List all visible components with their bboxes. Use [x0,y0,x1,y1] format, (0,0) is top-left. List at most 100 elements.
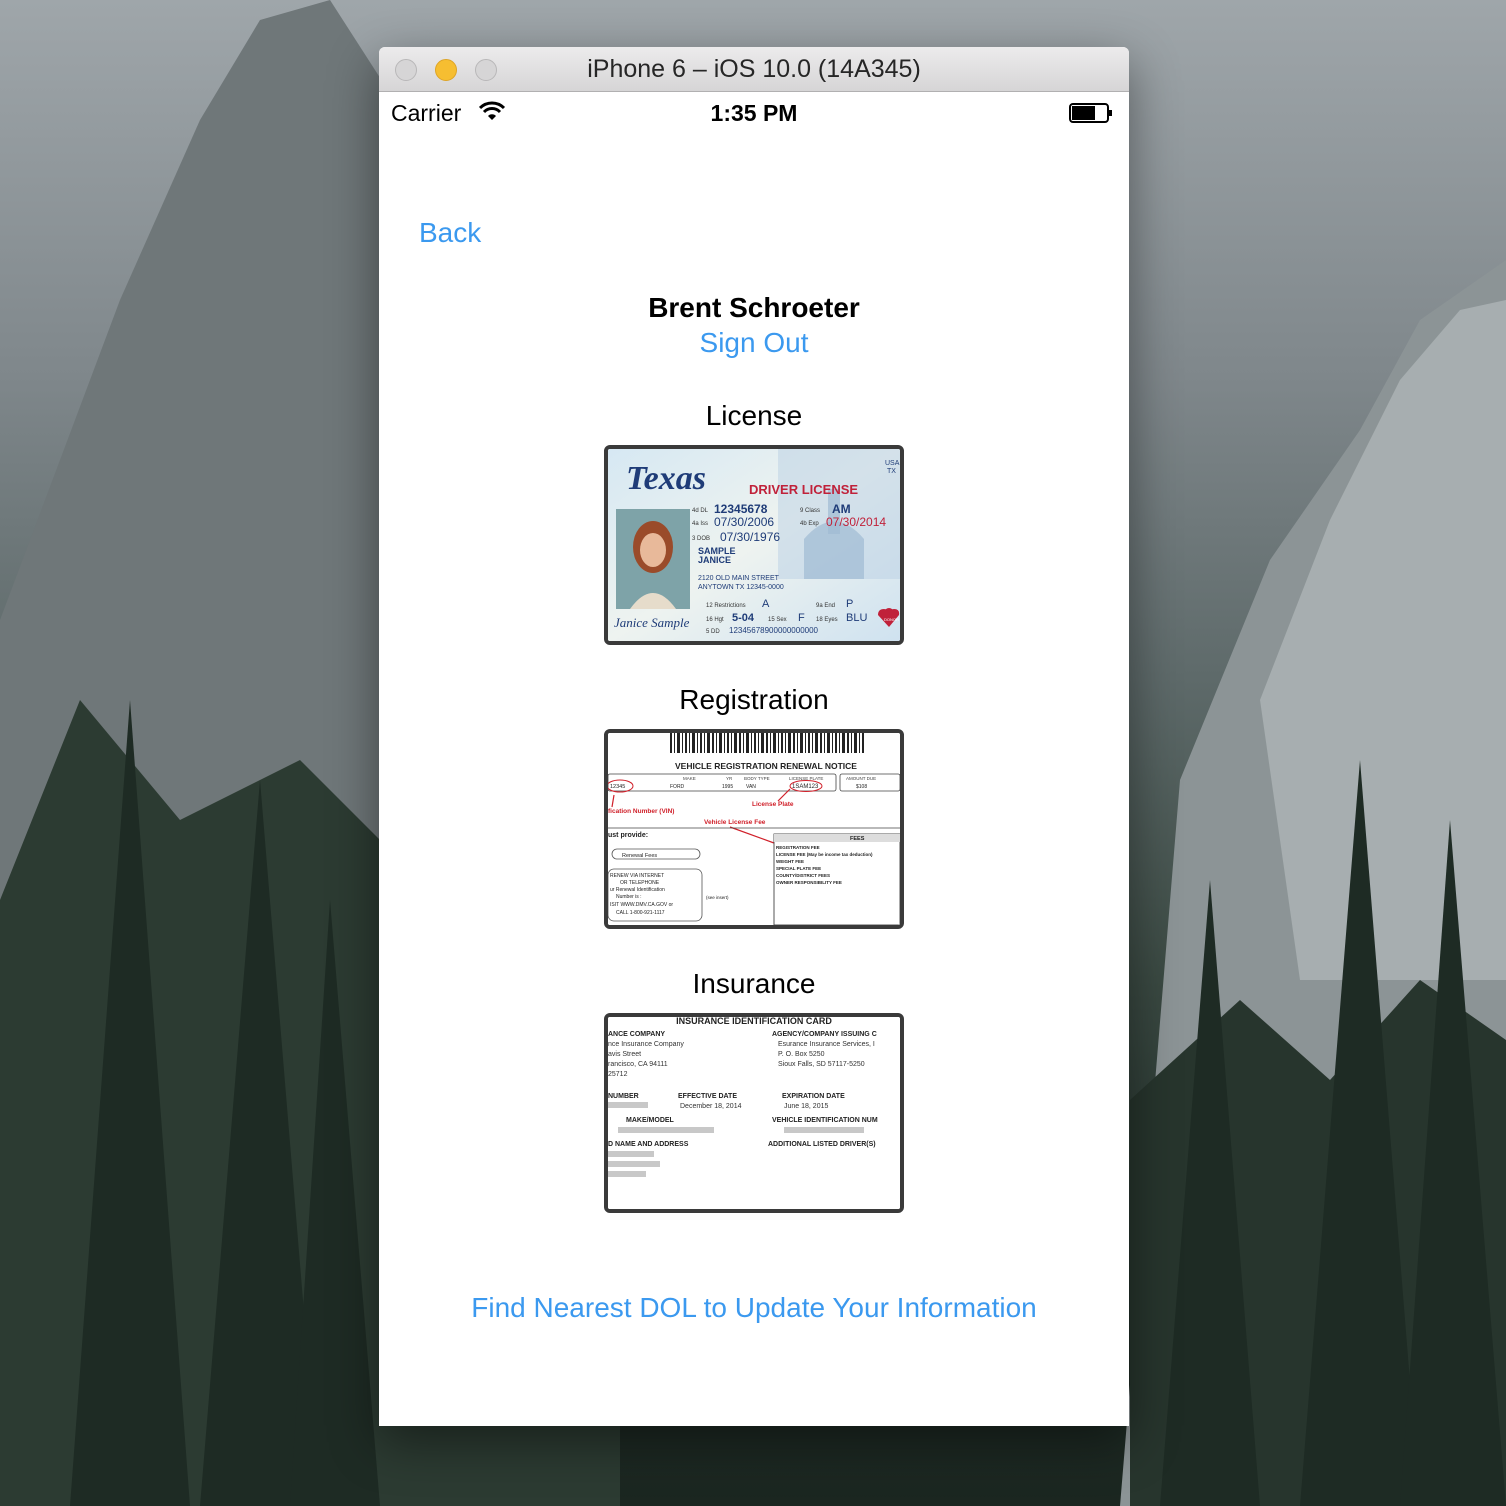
license-address-1: 2120 OLD MAIN STREET [698,575,780,582]
license-class: AM [832,502,851,516]
reg-note-vin: fication Number (VIN) [608,808,674,815]
reg-renew-line-1: RENEW VIA INTERNET [610,873,664,879]
ins-effective-header: EFFECTIVE DATE [678,1093,737,1100]
battery-icon [1069,103,1112,123]
ins-agency-line-2: P. O. Box 5250 [778,1051,825,1058]
dd-label: 5 DD [706,629,720,635]
license-sex: F [798,612,805,624]
license-card-button[interactable]: Texas USA TX DRIVER LICENSE 4d DL 123456… [604,445,904,645]
back-button[interactable]: Back [419,217,481,249]
ins-company-line-4: 25712 [608,1071,628,1078]
ins-company-line-1: nce Insurance Company [608,1041,684,1048]
ins-agency-line-3: Sioux Falls, SD 57117-5250 [778,1061,865,1068]
reg-fee-line-1: REGISTRATION FEE [776,845,820,850]
dl-label: 4d DL [692,508,709,514]
license-first-name: JANICE [698,555,731,565]
license-endorsement: P [846,598,853,610]
status-time: 1:35 PM [710,100,798,126]
ins-expiration-header: EXPIRATION DATE [782,1093,845,1100]
iss-label: 4a Iss [692,521,708,527]
registration-card-image: VEHICLE REGISTRATION RENEWAL NOTICE MAKE… [608,733,900,925]
ins-name-address: D NAME AND ADDRESS [608,1141,689,1148]
restrictions-label: 12 Restrictions [706,603,746,609]
window-titlebar: iPhone 6 – iOS 10.0 (14A345) [379,47,1129,92]
reg-plate: 1SAM123 [792,784,819,790]
exp-label: 4b Exp [800,521,819,527]
phone-screen: Carrier 1:35 PM Back Brent Schroeter Sig… [379,92,1129,1426]
license-signature: Janice Sample [614,615,690,630]
reg-col-amount: AMOUNT DUE [846,776,876,781]
reg-make: FORD [670,784,685,790]
user-name: Brent Schroeter [648,292,860,323]
class-label: 9 Class [800,508,820,514]
sign-out-button[interactable]: Sign Out [379,327,1129,359]
license-restrictions: A [762,598,770,610]
reg-see-insert: (see insert) [706,895,729,900]
reg-renew-line-5: ISIT WWW.DMV.CA.GOV or [610,902,673,908]
reg-renew-line-3: ur Renewal Identification [610,887,665,893]
window-title: iPhone 6 – iOS 10.0 (14A345) [587,55,921,83]
license-dd: 12345678900000000000 [729,626,819,635]
reg-fee-line-5: COUNTY/DISTRICT FEES [776,873,830,878]
license-state-abbr: TX [887,468,896,475]
ins-drivers: ADDITIONAL LISTED DRIVER(S) [768,1141,876,1148]
license-height: 5-04 [732,612,755,624]
reg-renew-line-4: Number is : [616,894,642,900]
dob-label: 3 DOB [692,536,710,542]
reg-col-make: MAKE [683,776,696,781]
reg-provide: ust provide: [608,832,648,839]
license-state: Texas [626,460,706,497]
ins-effective-date: December 18, 2014 [680,1103,742,1110]
registration-card-button[interactable]: VEHICLE REGISTRATION RENEWAL NOTICE MAKE… [604,729,904,929]
eyes-label: 18 Eyes [816,617,838,623]
ins-agency-line-1: Esurance Insurance Services, I [778,1041,875,1048]
find-nearest-dol-button[interactable]: Find Nearest DOL to Update Your Informat… [379,1292,1129,1324]
license-card-image: Texas USA TX DRIVER LICENSE 4d DL 123456… [608,449,900,641]
ins-title: INSURANCE IDENTIFICATION CARD [676,1017,832,1026]
insurance-heading: Insurance [692,968,816,999]
simulator-window: iPhone 6 – iOS 10.0 (14A345) Carrier 1:3… [379,47,1129,1426]
reg-year: 1995 [722,784,733,790]
reg-renew-line-6: CALL 1-800-921-1117 [616,910,665,916]
license-dob: 07/30/1976 [720,530,780,544]
license-eyes: BLU [846,612,867,624]
ins-expiration-date: June 18, 2015 [784,1103,828,1110]
dl-number: 12345678 [714,502,768,516]
license-issued: 07/30/2006 [714,515,774,529]
ins-company-line-3: rancisco, CA 94111 [608,1061,668,1068]
status-bar: Carrier 1:35 PM [379,92,1129,132]
hgt-label: 16 Hgt [706,617,724,623]
ins-agency-header: AGENCY/COMPANY ISSUING C [772,1031,877,1038]
reg-amount: $108 [856,784,867,790]
reg-fees-header: FEES [850,836,865,842]
reg-fee-line-6: OWNER RESPONSIBILITY FEE [776,880,842,885]
donor-label: DONOR [884,617,899,622]
reg-note-fee: Vehicle License Fee [704,819,766,826]
license-address-2: ANYTOWN TX 12345-0000 [698,584,784,591]
ins-vin-header: VEHICLE IDENTIFICATION NUM [772,1117,878,1124]
registration-title: VEHICLE REGISTRATION RENEWAL NOTICE [675,761,857,771]
license-heading-text: DRIVER LICENSE [749,482,858,497]
insurance-card-button[interactable]: INSURANCE IDENTIFICATION CARD ANCE COMPA… [604,1013,904,1213]
reg-fee-line-4: SPECIAL PLATE FEE [776,866,821,871]
reg-fee-line-3: WEIGHT FEE [776,859,804,864]
reg-col-body: BODY TYPE [744,776,770,781]
reg-body: VAN [746,784,756,790]
registration-heading: Registration [679,684,829,715]
ins-number-header: NUMBER [608,1093,639,1100]
license-expires: 07/30/2014 [826,515,886,529]
reg-col-yr: YR [726,776,733,781]
reg-note-plate: License Plate [752,801,794,808]
sex-label: 15 Sex [768,617,787,623]
end-label: 9a End [816,603,835,609]
ins-company-header: ANCE COMPANY [608,1031,665,1038]
insurance-card-image: INSURANCE IDENTIFICATION CARD ANCE COMPA… [608,1017,900,1209]
reg-vin: 12345 [610,784,625,790]
reg-renewal-fees: Renewal Fees [622,853,657,859]
license-heading: License [705,400,803,431]
reg-fee-line-2: LICENSE FEE (May be income tax deduction… [776,852,873,857]
license-country: USA [885,460,900,467]
ins-company-line-2: avis Street [608,1051,641,1058]
reg-renew-line-2: OR TELEPHONE [620,880,660,886]
ins-make-model: MAKE/MODEL [626,1117,675,1124]
